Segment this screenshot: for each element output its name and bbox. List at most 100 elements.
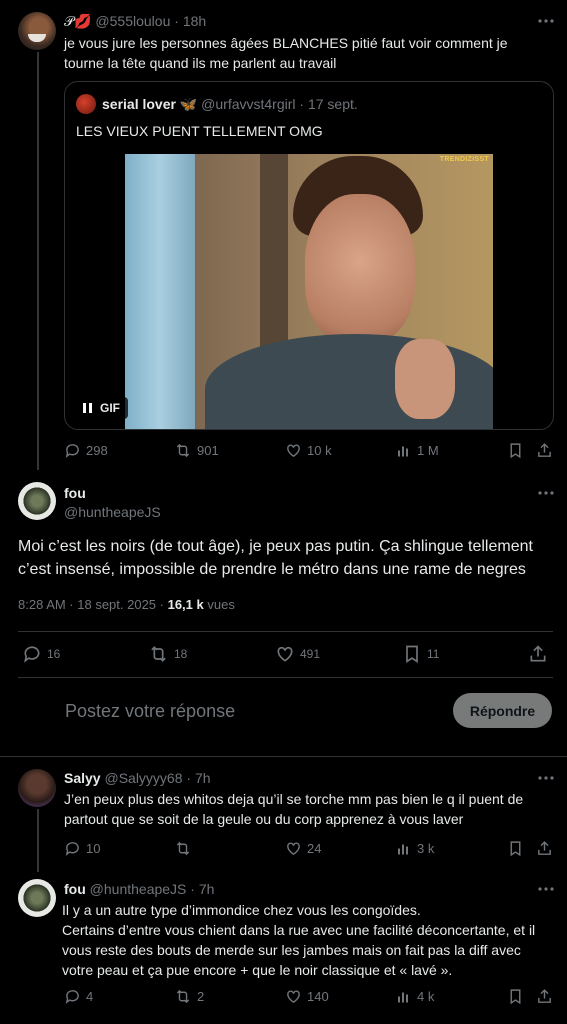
tweet-text-line-1: Il y a un autre type d’immondice chez vo… xyxy=(62,902,421,918)
author-handle[interactable]: @huntheapeJS xyxy=(90,881,187,897)
retweet-icon xyxy=(148,644,169,664)
bookmark-button[interactable] xyxy=(507,988,524,1005)
retweet-icon xyxy=(174,442,192,459)
like-button[interactable]: 491 xyxy=(275,644,320,664)
handle[interactable]: @555loulou xyxy=(95,13,170,29)
retweet-count: 18 xyxy=(174,647,188,661)
views-button[interactable]: 1 M xyxy=(396,442,439,459)
reply-count: 16 xyxy=(47,647,61,661)
author-handle[interactable]: @huntheapeJS xyxy=(64,503,161,521)
heart-icon xyxy=(285,988,302,1005)
reply-icon xyxy=(22,644,42,664)
views-icon xyxy=(396,442,412,459)
bookmark-icon xyxy=(507,988,524,1005)
divider xyxy=(0,756,567,757)
author-name[interactable]: Salyy xyxy=(64,770,101,786)
separator-dot: · xyxy=(190,881,195,897)
share-button[interactable] xyxy=(536,442,553,459)
reply-button[interactable]: 10 xyxy=(64,840,100,857)
views-icon xyxy=(396,988,412,1005)
quote-text: LES VIEUX PUENT TELLEMENT OMG xyxy=(76,123,323,139)
share-icon xyxy=(536,988,553,1005)
tweet-timestamp[interactable]: 8:28 AM · 18 sept. 2025 · xyxy=(18,597,168,612)
retweet-button[interactable] xyxy=(174,840,197,857)
heart-icon xyxy=(275,644,295,664)
avatar[interactable] xyxy=(18,879,56,917)
bookmark-button[interactable] xyxy=(507,840,524,857)
avatar[interactable] xyxy=(18,482,56,520)
reply-button[interactable]: 298 xyxy=(64,442,108,459)
pause-icon[interactable] xyxy=(83,403,92,413)
tweet-text: je vous jure les personnes âgées BLANCHE… xyxy=(64,35,508,71)
share-button[interactable] xyxy=(536,840,553,857)
author-name[interactable]: fou xyxy=(64,881,86,897)
retweet-icon xyxy=(174,840,192,857)
reply-button[interactable]: Répondre xyxy=(453,693,552,728)
views-button[interactable]: 3 k xyxy=(396,840,434,857)
emoji-name[interactable]: 𝒫💋 xyxy=(64,13,92,29)
views-button[interactable]: 4 k xyxy=(396,988,434,1005)
retweet-count: 2 xyxy=(197,989,205,1004)
tweet-text: Moi c’est les noirs (de tout âge), je pe… xyxy=(18,538,533,578)
reply-count: 298 xyxy=(86,443,108,458)
timestamp[interactable]: 7h xyxy=(195,770,211,786)
like-count: 140 xyxy=(307,989,329,1004)
quoted-tweet[interactable]: serial lover 🦋 @urfavvst4rgirl · 17 sept… xyxy=(64,81,554,430)
retweet-button[interactable]: 901 xyxy=(174,442,219,459)
watermark: TRENDIZISST xyxy=(439,156,489,163)
quote-handle[interactable]: @urfavvst4rgirl xyxy=(201,96,295,112)
like-button[interactable]: 140 xyxy=(285,988,329,1005)
views-count: 3 k xyxy=(417,841,435,856)
avatar[interactable] xyxy=(18,769,56,807)
author-name[interactable]: fou xyxy=(64,485,86,501)
heart-icon xyxy=(285,840,302,857)
like-count: 491 xyxy=(300,647,321,661)
bookmark-icon xyxy=(507,442,524,459)
more-icon[interactable] xyxy=(537,769,555,787)
gif-media[interactable]: TRENDIZISST xyxy=(125,154,493,429)
gif-label: GIF xyxy=(100,401,120,415)
like-count: 24 xyxy=(307,841,322,856)
like-button[interactable]: 10 k xyxy=(285,442,332,459)
share-icon xyxy=(536,840,553,857)
share-icon xyxy=(528,644,548,664)
retweet-icon xyxy=(174,988,192,1005)
quote-author-name[interactable]: serial lover xyxy=(102,96,176,112)
retweet-count: 901 xyxy=(197,443,219,458)
gif-badge[interactable]: GIF xyxy=(75,397,128,419)
person-hand xyxy=(395,339,455,419)
bookmark-count: 11 xyxy=(427,647,440,661)
more-icon[interactable] xyxy=(537,880,555,898)
separator-dot: · xyxy=(186,770,192,786)
butterfly-icon: 🦋 xyxy=(179,96,198,112)
tweet-text-line-2: Certains d’entre vous chient dans la rue… xyxy=(62,922,536,978)
curtain xyxy=(125,154,195,429)
retweet-button[interactable]: 2 xyxy=(174,988,204,1005)
reply-count: 10 xyxy=(86,841,101,856)
views-label: vues xyxy=(203,597,235,612)
more-icon[interactable] xyxy=(537,12,555,30)
quote-avatar xyxy=(76,94,96,114)
quote-date[interactable]: 17 sept. xyxy=(308,96,358,112)
more-icon[interactable] xyxy=(537,484,555,502)
share-button[interactable] xyxy=(536,988,553,1005)
reply-button[interactable]: 16 xyxy=(22,644,60,664)
retweet-button[interactable]: 18 xyxy=(148,644,187,664)
bookmark-button[interactable]: 11 xyxy=(402,644,439,664)
reply-button[interactable]: 4 xyxy=(64,988,93,1005)
share-button[interactable] xyxy=(528,644,548,664)
person-face xyxy=(305,194,415,344)
author-handle[interactable]: @Salyyyy68 xyxy=(104,770,182,786)
views-icon xyxy=(396,840,412,857)
timestamp[interactable]: 18h xyxy=(183,13,206,29)
bookmark-icon xyxy=(507,840,524,857)
separator-dot: · xyxy=(174,13,179,29)
bookmark-button[interactable] xyxy=(507,442,524,459)
reply-input[interactable]: Postez votre réponse xyxy=(65,700,235,722)
share-icon xyxy=(536,442,553,459)
like-button[interactable]: 24 xyxy=(285,840,321,857)
reply-icon xyxy=(64,988,81,1005)
reply-icon xyxy=(64,840,81,857)
timestamp[interactable]: 7h xyxy=(199,881,215,897)
avatar[interactable] xyxy=(18,12,56,50)
